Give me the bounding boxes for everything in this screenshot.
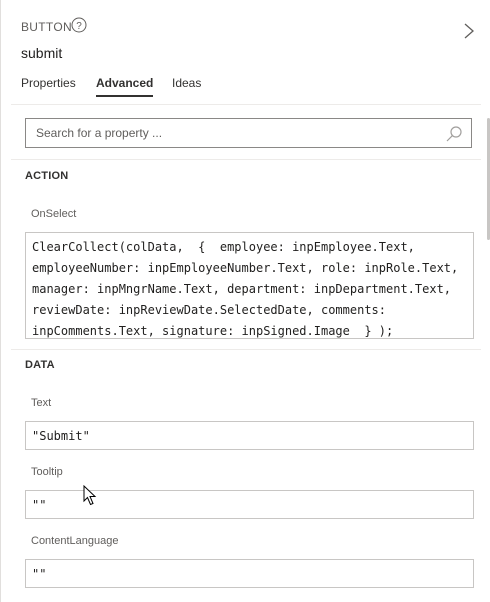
properties-panel: BUTTON ? submit Properties Advanced Idea… [0,0,490,602]
chevron-right-icon[interactable] [461,22,477,40]
text-label: Text [31,397,52,409]
tab-ideas[interactable]: Ideas [172,76,201,95]
contentlanguage-formula-field[interactable]: "" [25,559,474,588]
help-glyph: ? [76,21,82,32]
tab-properties[interactable]: Properties [21,76,76,95]
onselect-formula-field[interactable]: ClearCollect(colData, { employee: inpEmp… [25,232,474,339]
tab-advanced[interactable]: Advanced [96,76,154,97]
control-type-label: BUTTON [21,20,72,34]
help-icon[interactable]: ? [71,17,87,33]
section-data-title: DATA [25,359,55,371]
text-formula-field[interactable]: "Submit" [25,421,474,450]
search-area: Search for a property ... [11,104,481,160]
panel-header: BUTTON ? submit Properties Advanced Idea… [1,0,490,100]
mouse-cursor-icon [83,485,97,506]
tooltip-label: Tooltip [31,466,63,478]
onselect-label: OnSelect [31,208,77,220]
section-divider [11,349,481,350]
tab-bar: Properties Advanced Ideas [1,76,490,100]
contentlanguage-label: ContentLanguage [31,535,119,547]
search-placeholder: Search for a property ... [36,126,163,140]
control-name[interactable]: submit [21,45,62,61]
section-action-title: ACTION [25,170,69,182]
search-input[interactable]: Search for a property ... [25,118,472,148]
search-icon [446,126,462,142]
